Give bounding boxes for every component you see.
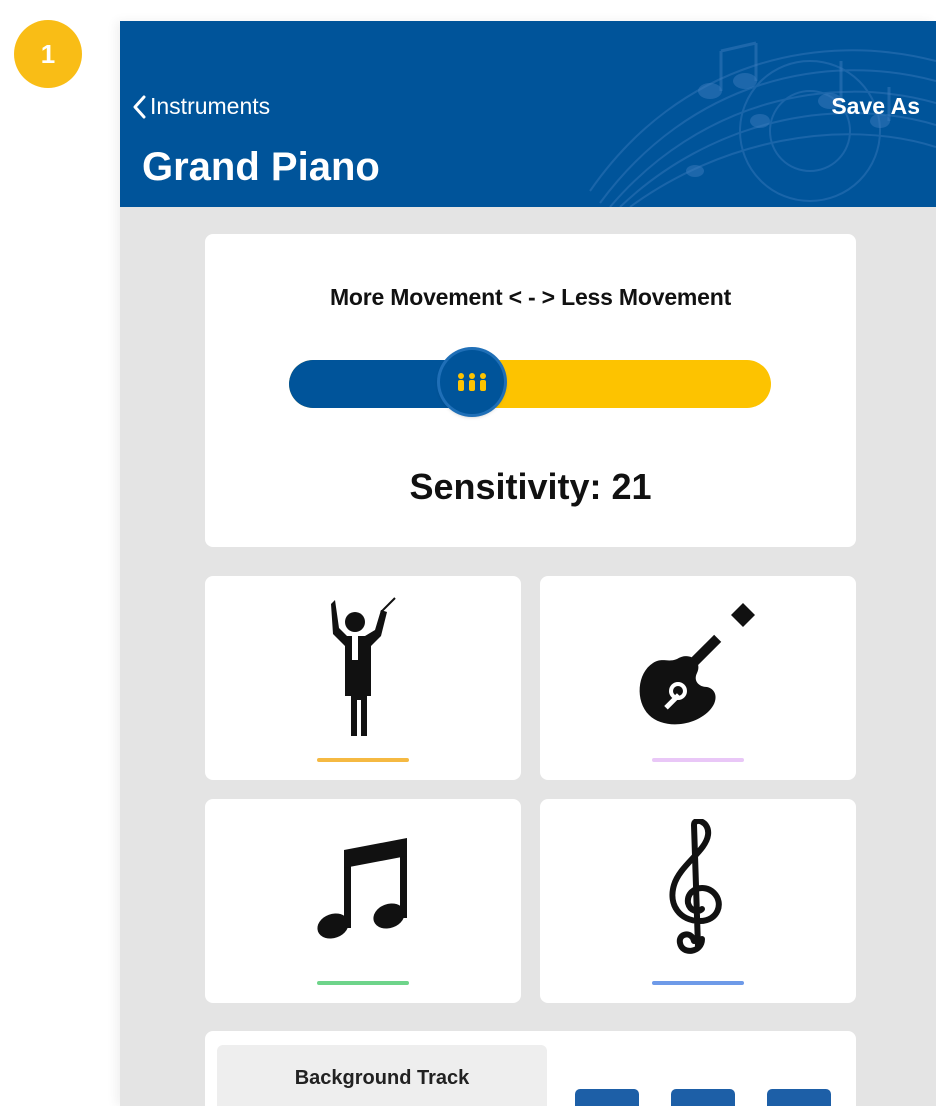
guitar-icon: [639, 603, 755, 725]
movement-range-label: More Movement < - > Less Movement: [329, 284, 732, 310]
track-control-button[interactable]: [575, 1089, 639, 1106]
guitar-tile[interactable]: [540, 576, 856, 780]
step-badge: 1: [14, 20, 82, 88]
app-screen: Instruments Save As Grand Piano More Mov…: [120, 21, 936, 1106]
tile-color-line: [317, 981, 409, 985]
conductor-icon: [331, 597, 396, 736]
page-title: Grand Piano: [142, 145, 380, 189]
treble-clef-tile[interactable]: [540, 799, 856, 1003]
track-control-button[interactable]: [767, 1089, 831, 1106]
chevron-left-icon: [133, 95, 146, 118]
sensitivity-card: More Movement < - > Less Movement Sensit…: [205, 234, 856, 547]
track-control-button[interactable]: [671, 1089, 735, 1106]
navigation-bar: Instruments Save As Grand Piano: [120, 21, 936, 207]
slider-thumb[interactable]: [440, 350, 505, 414]
background-track-label: Background Track: [294, 1067, 470, 1089]
sensitivity-value: Sensitivity: 21: [409, 466, 652, 507]
sensitivity-slider[interactable]: [289, 350, 771, 414]
people-icon: [458, 373, 487, 391]
tile-color-line: [652, 758, 744, 762]
tile-color-line: [317, 758, 409, 762]
tile-color-line: [652, 981, 744, 985]
treble-clef-icon: [669, 819, 722, 954]
music-notes-icon: [317, 838, 407, 939]
back-button[interactable]: Instruments: [132, 93, 270, 120]
back-button-label: Instruments: [150, 93, 271, 119]
background-track-panel: Background Track: [217, 1045, 547, 1106]
background-track-card: Background Track: [205, 1031, 856, 1106]
conductor-tile[interactable]: [205, 576, 521, 780]
save-as-button[interactable]: Save As: [831, 93, 920, 120]
music-notes-tile[interactable]: [205, 799, 521, 1003]
